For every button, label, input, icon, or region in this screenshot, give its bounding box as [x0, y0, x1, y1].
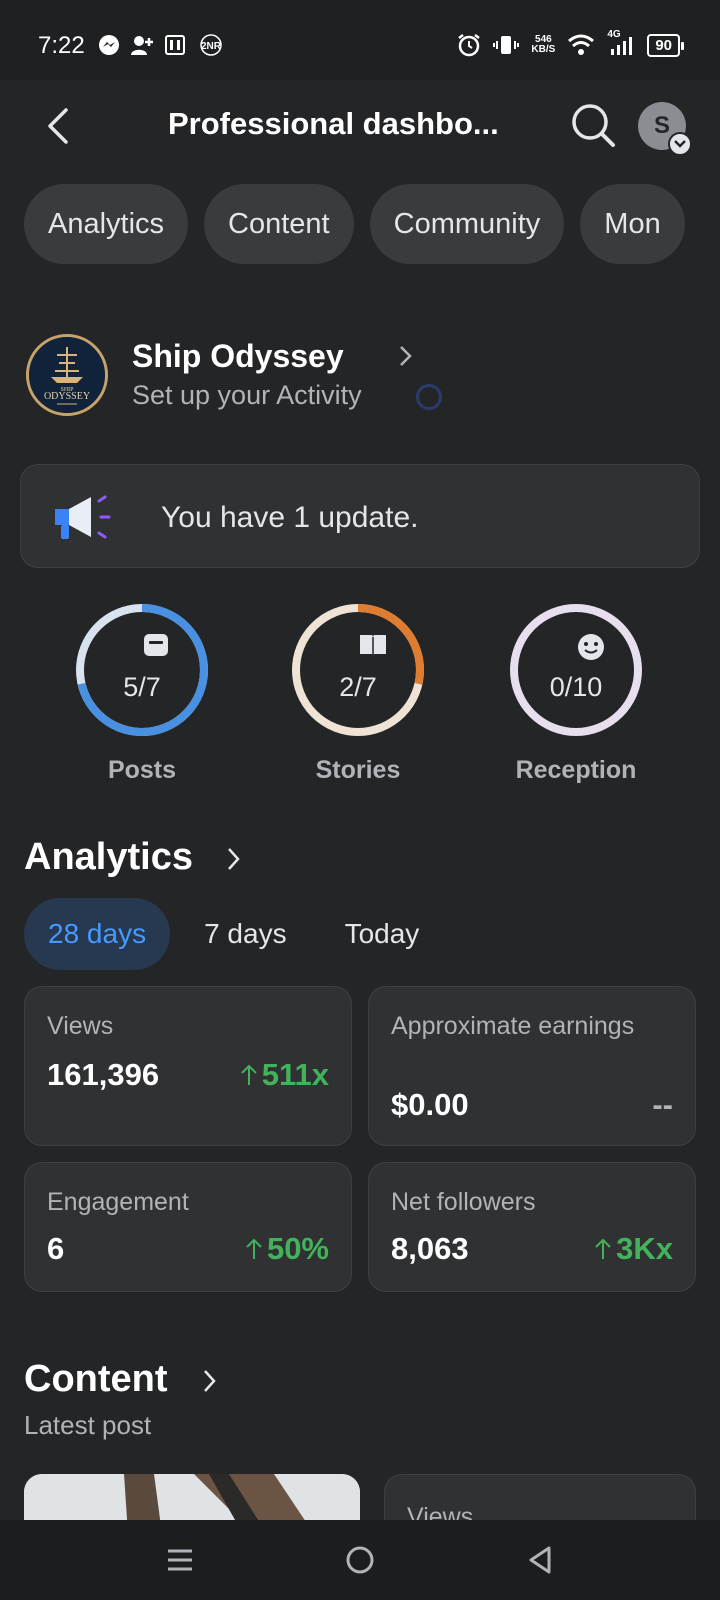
chevron-right-icon[interactable] — [226, 846, 242, 877]
chip-community[interactable]: Community — [369, 184, 565, 264]
chevron-right-icon[interactable] — [202, 1368, 218, 1399]
svg-text:2NR: 2NR — [201, 41, 222, 52]
analytics-title[interactable]: Analytics — [24, 836, 193, 879]
engagement-card[interactable]: Engagement 6 50% — [24, 1162, 352, 1292]
followers-value: 8,063 — [391, 1231, 469, 1266]
date-range-tabs: 28 days 7 days Today — [24, 898, 443, 970]
home-button[interactable] — [338, 1538, 382, 1582]
menu-icon — [168, 1549, 192, 1571]
progress-ring — [510, 604, 642, 736]
sim-icon — [164, 34, 186, 56]
posts-label: Posts — [107, 756, 177, 784]
reception-value: 0/10 — [549, 672, 603, 702]
megaphone-icon — [49, 489, 111, 545]
messenger-icon — [98, 34, 120, 56]
followers-card[interactable]: Net followers 8,063 3Kx — [368, 1162, 696, 1292]
arrow-up-icon — [246, 1238, 262, 1259]
account-switcher[interactable]: S — [638, 102, 692, 156]
svg-text:ODYSSEY: ODYSSEY — [44, 391, 90, 402]
recents-button[interactable] — [158, 1538, 202, 1582]
chip-row: Analytics Content Community Mon — [24, 184, 685, 264]
page-profile[interactable]: SHIP ODYSSEY Ship Odyssey Set up your Ac… — [26, 334, 686, 416]
page-name: Ship Odyssey — [132, 338, 344, 374]
page-logo: SHIP ODYSSEY — [26, 334, 108, 416]
chip-monetization[interactable]: Mon — [580, 184, 685, 264]
tab-7-days[interactable]: 7 days — [180, 898, 311, 970]
posts-value: 5/7 — [123, 672, 161, 702]
chevron-down-icon — [668, 132, 692, 156]
stories-ring: 2/7 — [288, 600, 428, 740]
data-icon: 2NR — [196, 34, 226, 56]
wifi-icon — [567, 33, 595, 57]
ring-track — [510, 604, 642, 736]
alarm-icon — [457, 33, 481, 57]
top-bar: Professional dashbo... S — [0, 80, 720, 172]
engagement-value: 6 — [47, 1231, 65, 1266]
search-icon — [572, 104, 615, 147]
net-speed: 546 KB/S — [531, 34, 556, 55]
goal-posts[interactable]: 5/7 Posts — [72, 600, 212, 785]
triangle-back-icon — [529, 1546, 551, 1574]
latest-post-label: Latest post — [24, 1410, 152, 1440]
goal-stories[interactable]: 2/7 Stories — [288, 600, 428, 785]
vibrate-icon — [493, 33, 520, 57]
reception-ring: 0/10 — [506, 600, 646, 740]
search-button[interactable] — [568, 100, 618, 150]
views-card[interactable]: Views 161,396 511x — [24, 986, 352, 1146]
system-nav-bar — [0, 1520, 720, 1600]
reception-label: Reception — [515, 756, 637, 784]
earnings-label: Approximate earnings — [391, 1012, 635, 1040]
chip-analytics[interactable]: Analytics — [24, 184, 189, 264]
status-time: 7:22 — [38, 32, 85, 59]
stories-label: Stories — [315, 756, 401, 784]
section-chips: Analytics Content Community Mon — [0, 184, 720, 264]
followers-change: 3Kx — [594, 1231, 673, 1267]
views-value: 161,396 — [47, 1057, 160, 1092]
chevron-left-icon — [48, 108, 68, 144]
earnings-value: $0.00 — [391, 1087, 469, 1122]
chip-content[interactable]: Content — [204, 184, 354, 264]
views-label: Views — [47, 1012, 114, 1040]
views-change: 511x — [240, 1057, 329, 1093]
home-circle-icon — [346, 1546, 374, 1574]
goal-reception[interactable]: 0/10 Reception — [506, 600, 646, 785]
content-title[interactable]: Content — [24, 1358, 168, 1401]
loading-icon — [416, 384, 442, 410]
posts-ring: 5/7 — [72, 600, 212, 740]
engagement-label: Engagement — [47, 1188, 189, 1216]
tab-today[interactable]: Today — [321, 898, 444, 970]
earnings-card[interactable]: Approximate earnings $0.00 -- — [368, 986, 696, 1146]
signal-icon: 4G — [607, 29, 635, 57]
chevron-right-icon — [398, 344, 414, 373]
person-add-icon — [130, 34, 154, 56]
tab-28-days[interactable]: 28 days — [24, 898, 171, 970]
update-text: You have 1 update. — [161, 501, 419, 534]
arrow-up-icon — [595, 1238, 611, 1259]
update-banner[interactable]: You have 1 update. — [20, 464, 700, 568]
stories-value: 2/7 — [339, 672, 377, 702]
back-nav-button[interactable] — [518, 1538, 562, 1582]
page-subtitle: Set up your Activity — [132, 380, 362, 410]
progress-ring — [76, 604, 208, 736]
earnings-change: -- — [652, 1087, 673, 1122]
battery-indicator: 90 — [647, 33, 684, 57]
page-title: Professional dashbo... — [168, 106, 499, 141]
status-bar: 7:22 2NR 546 KB/S 4G 90 — [0, 0, 720, 80]
engagement-change: 50% — [245, 1231, 329, 1267]
arrow-up-icon — [241, 1064, 257, 1085]
progress-ring — [292, 604, 424, 736]
back-button[interactable] — [38, 102, 78, 150]
system-icons: 546 KB/S 4G 90 — [457, 29, 684, 57]
notification-icons: 2NR — [98, 34, 226, 56]
followers-label: Net followers — [391, 1188, 536, 1216]
